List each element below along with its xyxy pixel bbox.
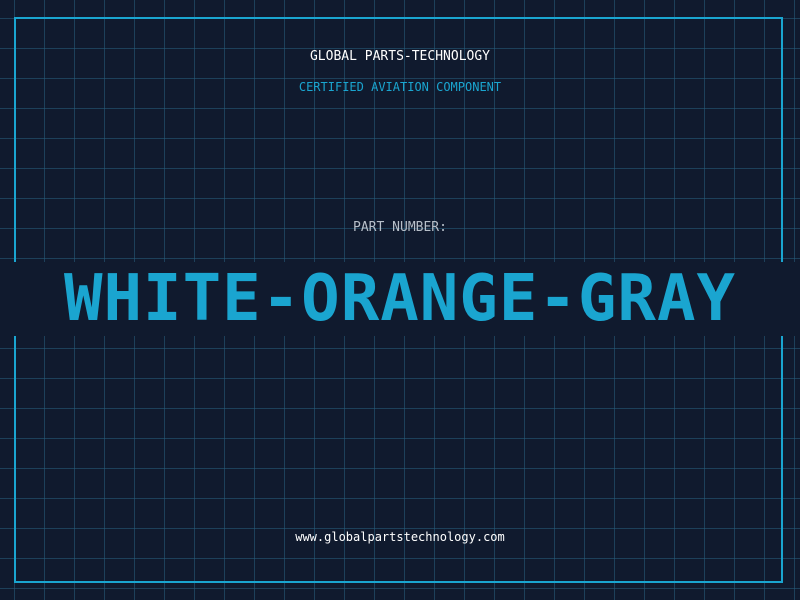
website-url: www.globalpartstechnology.com — [295, 530, 505, 544]
label-card: GLOBAL PARTS-TECHNOLOGY CERTIFIED AVIATI… — [0, 0, 800, 600]
part-number-label: PART NUMBER: — [353, 220, 447, 235]
certification-subtitle: CERTIFIED AVIATION COMPONENT — [298, 80, 502, 94]
part-number-value: WHITE-ORANGE-GRAY — [63, 262, 737, 336]
company-name: GLOBAL PARTS-TECHNOLOGY — [309, 49, 490, 64]
